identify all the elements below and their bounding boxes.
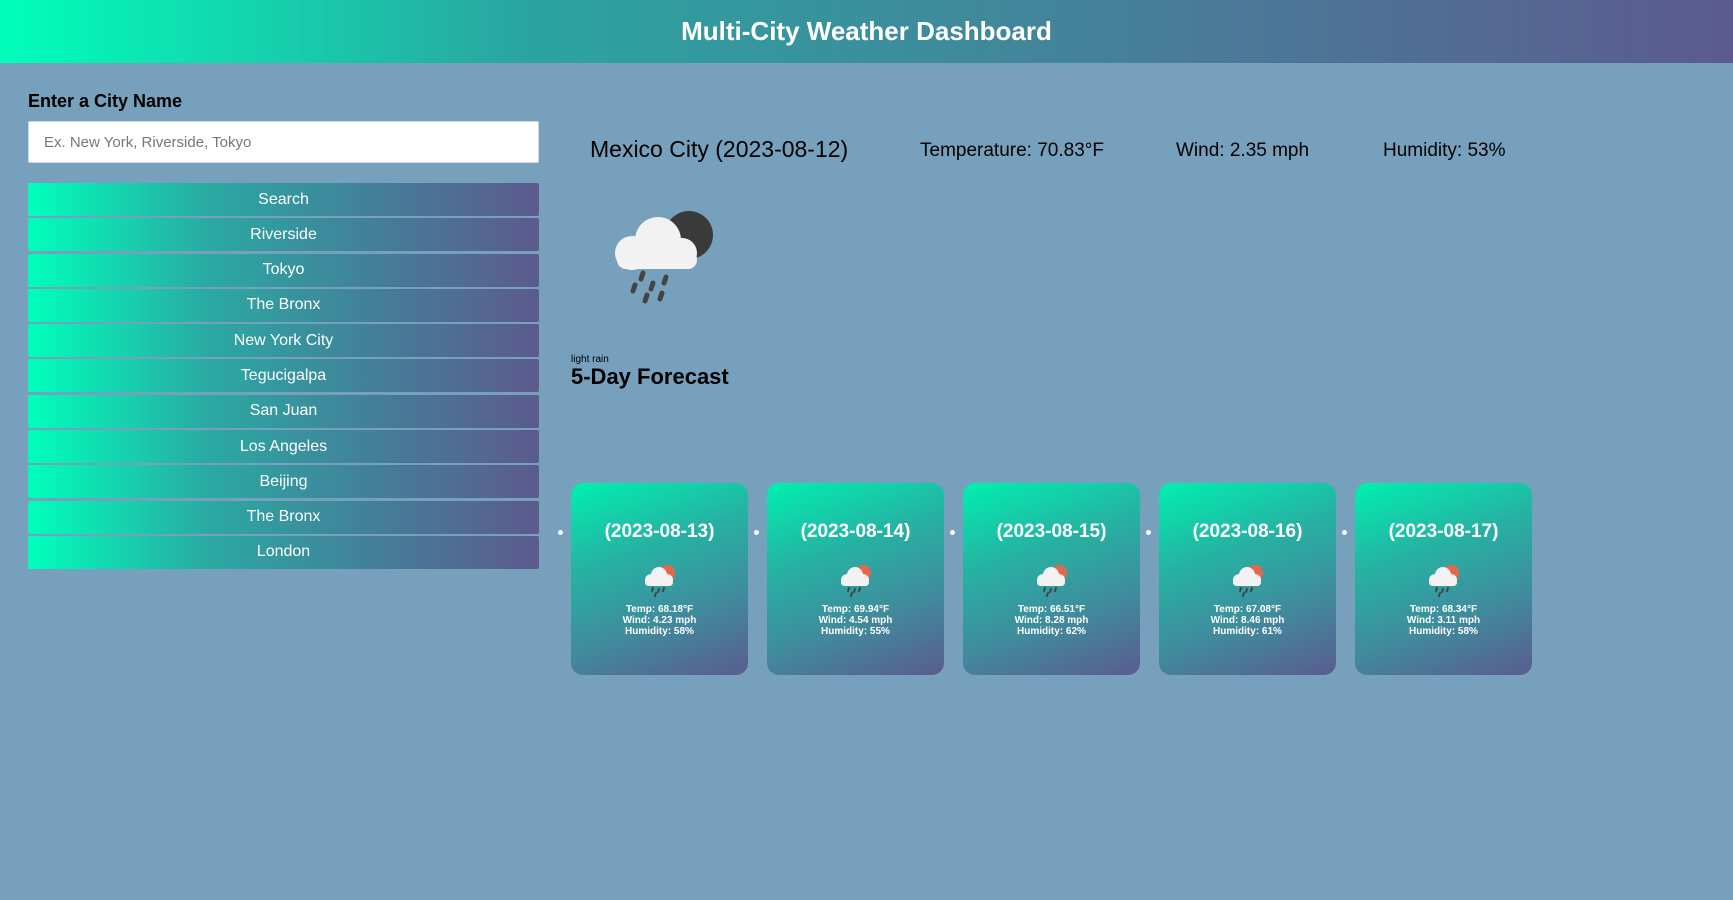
separator-dot: [754, 530, 759, 535]
forecast-wind: Wind: 3.11 mph: [1406, 615, 1481, 626]
search-label: Enter a City Name: [28, 91, 183, 111]
forecast-card: (2023-08-17) Temp: 68.34°F Wind: 3.11 mp…: [1355, 483, 1532, 675]
forecast-wind: Wind: 4.54 mph: [818, 615, 893, 626]
rain-day-icon: [1037, 565, 1067, 597]
city-button-list: Search Riverside Tokyo The Bronx New Yor…: [28, 183, 539, 569]
forecast-humidity: Humidity: 62%: [1017, 626, 1086, 637]
forecast-card: (2023-08-15) Temp: 66.51°F Wind: 8.28 mp…: [963, 483, 1140, 675]
forecast-date: (2023-08-14): [800, 521, 911, 542]
forecast-humidity: Humidity: 61%: [1213, 626, 1282, 637]
rain-day-icon: [1233, 565, 1263, 597]
history-button[interactable]: London: [28, 535, 539, 569]
history-button[interactable]: Tokyo: [28, 253, 539, 287]
forecast-card: (2023-08-13) Temp: 68.18°F Wind: 4.23 mp…: [571, 483, 748, 675]
search-button[interactable]: Search: [28, 183, 539, 216]
forecast-temp: Temp: 67.08°F: [1213, 604, 1282, 615]
current-humidity: Humidity: 53%: [1383, 140, 1506, 161]
forecast-date: (2023-08-15): [996, 521, 1107, 542]
forecast-date: (2023-08-17): [1388, 521, 1499, 542]
app-header: Multi-City Weather Dashboard: [0, 0, 1733, 63]
rain-night-icon: [615, 211, 713, 304]
history-button[interactable]: Los Angeles: [28, 430, 539, 464]
current-wind: Wind: 2.35 mph: [1176, 140, 1310, 161]
forecast-humidity: Humidity: 58%: [1409, 626, 1478, 637]
page-title: Multi-City Weather Dashboard: [681, 16, 1052, 46]
forecast-wind: Wind: 8.28 mph: [1014, 615, 1089, 626]
rain-day-icon: [1429, 565, 1459, 597]
forecast-temp: Temp: 68.18°F: [625, 604, 694, 615]
forecast-humidity: Humidity: 55%: [821, 626, 890, 637]
separator-dot: [558, 530, 563, 535]
separator-dot: [950, 530, 955, 535]
rain-day-icon: [841, 565, 871, 597]
city-search-input[interactable]: [28, 121, 539, 163]
rain-day-icon: [645, 565, 675, 597]
history-button[interactable]: Beijing: [28, 465, 539, 499]
history-button[interactable]: The Bronx: [28, 288, 539, 322]
forecast-card: (2023-08-16) Temp: 67.08°F Wind: 8.46 mp…: [1159, 483, 1336, 675]
history-button[interactable]: Riverside: [28, 218, 539, 252]
forecast-humidity: Humidity: 58%: [625, 626, 694, 637]
forecast-temp: Temp: 68.34°F: [1409, 604, 1478, 615]
history-button[interactable]: San Juan: [28, 394, 539, 428]
forecast-temp: Temp: 69.94°F: [821, 604, 890, 615]
history-button[interactable]: New York City: [28, 324, 539, 358]
forecast-temp: Temp: 66.51°F: [1017, 604, 1086, 615]
history-button[interactable]: The Bronx: [28, 500, 539, 534]
forecast-wind: Wind: 8.46 mph: [1210, 615, 1285, 626]
forecast-date: (2023-08-13): [604, 521, 715, 542]
current-city-date: Mexico City (2023-08-12): [590, 136, 849, 162]
separator-dot: [1342, 530, 1347, 535]
current-weather: Mexico City (2023-08-12) Temperature: 70…: [590, 136, 1590, 166]
search-panel: Enter a City Name Search Riverside Tokyo…: [28, 90, 539, 571]
forecast-date: (2023-08-16): [1192, 521, 1303, 542]
forecast-card: (2023-08-14) Temp: 69.94°F Wind: 4.54 mp…: [767, 483, 944, 675]
forecast-heading: 5-Day Forecast: [571, 364, 729, 389]
current-temperature: Temperature: 70.83°F: [920, 140, 1104, 161]
history-button[interactable]: Tegucigalpa: [28, 359, 539, 393]
separator-dot: [1146, 530, 1151, 535]
forecast-wind: Wind: 4.23 mph: [622, 615, 697, 626]
